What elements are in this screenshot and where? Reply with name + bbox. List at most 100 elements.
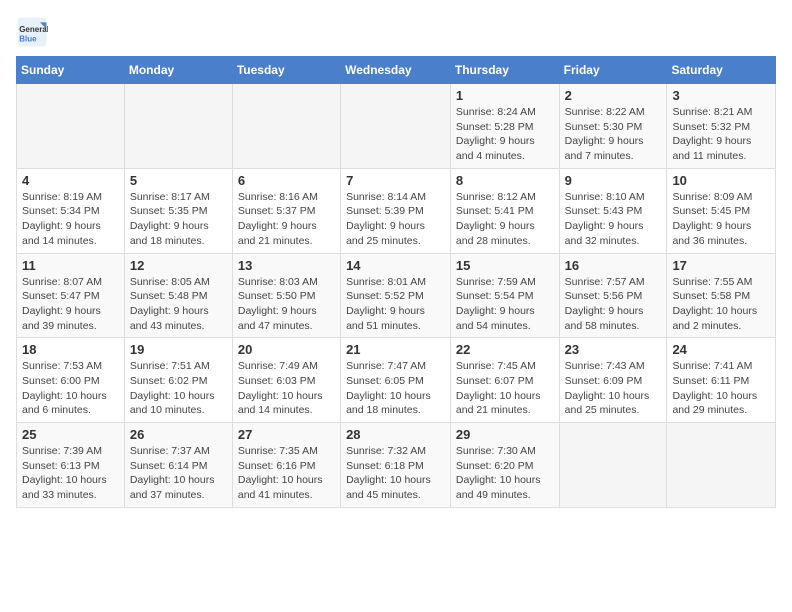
day-number: 3 bbox=[672, 88, 770, 103]
day-number: 8 bbox=[456, 173, 554, 188]
calendar-cell: 18Sunrise: 7:53 AM Sunset: 6:00 PM Dayli… bbox=[17, 338, 125, 423]
day-info: Sunrise: 7:37 AM Sunset: 6:14 PM Dayligh… bbox=[130, 444, 227, 503]
day-number: 2 bbox=[565, 88, 662, 103]
day-number: 7 bbox=[346, 173, 445, 188]
day-number: 24 bbox=[672, 342, 770, 357]
day-number: 10 bbox=[672, 173, 770, 188]
column-header-saturday: Saturday bbox=[667, 57, 776, 84]
calendar-cell: 27 Sunrise: 7:35 AM Sunset: 6:16 PM Dayli… bbox=[232, 423, 340, 508]
calendar-cell: 8 Sunrise: 8:12 AM Sunset: 5:41 PM Daylig… bbox=[450, 168, 559, 253]
calendar-cell: 25 Sunrise: 7:39 AM Sunset: 6:13 PM Dayli… bbox=[17, 423, 125, 508]
calendar-cell bbox=[124, 84, 232, 169]
day-info: Sunrise: 8:07 AM Sunset: 5:47 PM Dayligh… bbox=[22, 275, 119, 334]
day-number: 26 bbox=[130, 427, 227, 442]
calendar-week-row: 25 Sunrise: 7:39 AM Sunset: 6:13 PM Dayli… bbox=[17, 423, 776, 508]
column-header-thursday: Thursday bbox=[450, 57, 559, 84]
calendar-cell: 4 Sunrise: 8:19 AM Sunset: 5:34 PM Daylig… bbox=[17, 168, 125, 253]
calendar-table: SundayMondayTuesdayWednesdayThursdayFrid… bbox=[16, 56, 776, 508]
calendar-cell: 11 Sunrise: 8:07 AM Sunset: 5:47 PM Dayli… bbox=[17, 253, 125, 338]
calendar-cell: 6Sunrise: 8:16 AM Sunset: 5:37 PM Daylig… bbox=[232, 168, 340, 253]
column-header-monday: Monday bbox=[124, 57, 232, 84]
day-number: 23 bbox=[565, 342, 662, 357]
day-info: Sunrise: 7:30 AM Sunset: 6:20 PM Dayligh… bbox=[456, 444, 554, 503]
day-info: Sunrise: 8:09 AM Sunset: 5:45 PM Dayligh… bbox=[672, 190, 770, 249]
day-number: 5 bbox=[130, 173, 227, 188]
day-info: Sunrise: 8:10 AM Sunset: 5:43 PM Dayligh… bbox=[565, 190, 662, 249]
calendar-cell: 3Sunrise: 8:21 AM Sunset: 5:32 PM Daylig… bbox=[667, 84, 776, 169]
calendar-cell: 9 Sunrise: 8:10 AM Sunset: 5:43 PM Daylig… bbox=[559, 168, 667, 253]
day-info: Sunrise: 7:45 AM Sunset: 6:07 PM Dayligh… bbox=[456, 359, 554, 418]
calendar-cell bbox=[341, 84, 451, 169]
day-info: Sunrise: 8:12 AM Sunset: 5:41 PM Dayligh… bbox=[456, 190, 554, 249]
calendar-cell: 13Sunrise: 8:03 AM Sunset: 5:50 PM Dayli… bbox=[232, 253, 340, 338]
day-number: 15 bbox=[456, 258, 554, 273]
calendar-cell: 23Sunrise: 7:43 AM Sunset: 6:09 PM Dayli… bbox=[559, 338, 667, 423]
day-info: Sunrise: 8:03 AM Sunset: 5:50 PM Dayligh… bbox=[238, 275, 335, 334]
day-info: Sunrise: 8:01 AM Sunset: 5:52 PM Dayligh… bbox=[346, 275, 445, 334]
day-info: Sunrise: 7:47 AM Sunset: 6:05 PM Dayligh… bbox=[346, 359, 445, 418]
day-number: 18 bbox=[22, 342, 119, 357]
calendar-cell bbox=[17, 84, 125, 169]
calendar-cell: 29 Sunrise: 7:30 AM Sunset: 6:20 PM Dayli… bbox=[450, 423, 559, 508]
calendar-cell: 26 Sunrise: 7:37 AM Sunset: 6:14 PM Dayli… bbox=[124, 423, 232, 508]
calendar-cell: 24 Sunrise: 7:41 AM Sunset: 6:11 PM Dayli… bbox=[667, 338, 776, 423]
calendar-header-row: SundayMondayTuesdayWednesdayThursdayFrid… bbox=[17, 57, 776, 84]
calendar-cell: 14Sunrise: 8:01 AM Sunset: 5:52 PM Dayli… bbox=[341, 253, 451, 338]
calendar-week-row: 18Sunrise: 7:53 AM Sunset: 6:00 PM Dayli… bbox=[17, 338, 776, 423]
calendar-cell: 10 Sunrise: 8:09 AM Sunset: 5:45 PM Dayli… bbox=[667, 168, 776, 253]
day-info: Sunrise: 7:32 AM Sunset: 6:18 PM Dayligh… bbox=[346, 444, 445, 503]
day-info: Sunrise: 7:41 AM Sunset: 6:11 PM Dayligh… bbox=[672, 359, 770, 418]
day-number: 20 bbox=[238, 342, 335, 357]
day-info: Sunrise: 8:05 AM Sunset: 5:48 PM Dayligh… bbox=[130, 275, 227, 334]
day-number: 28 bbox=[346, 427, 445, 442]
calendar-cell: 1 Sunrise: 8:24 AM Sunset: 5:28 PM Daylig… bbox=[450, 84, 559, 169]
calendar-week-row: 1 Sunrise: 8:24 AM Sunset: 5:28 PM Daylig… bbox=[17, 84, 776, 169]
calendar-cell bbox=[559, 423, 667, 508]
day-info: Sunrise: 7:35 AM Sunset: 6:16 PM Dayligh… bbox=[238, 444, 335, 503]
column-header-wednesday: Wednesday bbox=[341, 57, 451, 84]
calendar-cell: 7 Sunrise: 8:14 AM Sunset: 5:39 PM Daylig… bbox=[341, 168, 451, 253]
day-info: Sunrise: 8:17 AM Sunset: 5:35 PM Dayligh… bbox=[130, 190, 227, 249]
calendar-cell: 19 Sunrise: 7:51 AM Sunset: 6:02 PM Dayli… bbox=[124, 338, 232, 423]
calendar-week-row: 11 Sunrise: 8:07 AM Sunset: 5:47 PM Dayli… bbox=[17, 253, 776, 338]
day-info: Sunrise: 8:19 AM Sunset: 5:34 PM Dayligh… bbox=[22, 190, 119, 249]
calendar-cell bbox=[232, 84, 340, 169]
calendar-week-row: 4 Sunrise: 8:19 AM Sunset: 5:34 PM Daylig… bbox=[17, 168, 776, 253]
calendar-cell: 20 Sunrise: 7:49 AM Sunset: 6:03 PM Dayli… bbox=[232, 338, 340, 423]
day-number: 19 bbox=[130, 342, 227, 357]
column-header-tuesday: Tuesday bbox=[232, 57, 340, 84]
day-info: Sunrise: 8:22 AM Sunset: 5:30 PM Dayligh… bbox=[565, 105, 662, 164]
logo-icon: General Blue bbox=[16, 16, 48, 48]
calendar-cell: 15 Sunrise: 7:59 AM Sunset: 5:54 PM Dayli… bbox=[450, 253, 559, 338]
calendar-cell: 16 Sunrise: 7:57 AM Sunset: 5:56 PM Dayli… bbox=[559, 253, 667, 338]
day-info: Sunrise: 7:39 AM Sunset: 6:13 PM Dayligh… bbox=[22, 444, 119, 503]
day-number: 29 bbox=[456, 427, 554, 442]
day-number: 27 bbox=[238, 427, 335, 442]
day-number: 21 bbox=[346, 342, 445, 357]
day-info: Sunrise: 8:24 AM Sunset: 5:28 PM Dayligh… bbox=[456, 105, 554, 164]
day-info: Sunrise: 7:59 AM Sunset: 5:54 PM Dayligh… bbox=[456, 275, 554, 334]
column-header-friday: Friday bbox=[559, 57, 667, 84]
calendar-cell bbox=[667, 423, 776, 508]
day-number: 22 bbox=[456, 342, 554, 357]
day-number: 16 bbox=[565, 258, 662, 273]
day-info: Sunrise: 7:49 AM Sunset: 6:03 PM Dayligh… bbox=[238, 359, 335, 418]
day-info: Sunrise: 7:55 AM Sunset: 5:58 PM Dayligh… bbox=[672, 275, 770, 334]
logo: General Blue bbox=[16, 16, 52, 48]
column-header-sunday: Sunday bbox=[17, 57, 125, 84]
calendar-cell: 22 Sunrise: 7:45 AM Sunset: 6:07 PM Dayli… bbox=[450, 338, 559, 423]
day-number: 4 bbox=[22, 173, 119, 188]
day-number: 1 bbox=[456, 88, 554, 103]
calendar-cell: 2 Sunrise: 8:22 AM Sunset: 5:30 PM Daylig… bbox=[559, 84, 667, 169]
day-number: 9 bbox=[565, 173, 662, 188]
svg-text:Blue: Blue bbox=[19, 35, 37, 44]
page-header: General Blue bbox=[16, 16, 776, 48]
day-number: 6 bbox=[238, 173, 335, 188]
calendar-cell: 12Sunrise: 8:05 AM Sunset: 5:48 PM Dayli… bbox=[124, 253, 232, 338]
day-info: Sunrise: 7:57 AM Sunset: 5:56 PM Dayligh… bbox=[565, 275, 662, 334]
day-number: 25 bbox=[22, 427, 119, 442]
day-info: Sunrise: 8:14 AM Sunset: 5:39 PM Dayligh… bbox=[346, 190, 445, 249]
svg-text:General: General bbox=[19, 25, 48, 34]
day-number: 11 bbox=[22, 258, 119, 273]
day-info: Sunrise: 7:51 AM Sunset: 6:02 PM Dayligh… bbox=[130, 359, 227, 418]
